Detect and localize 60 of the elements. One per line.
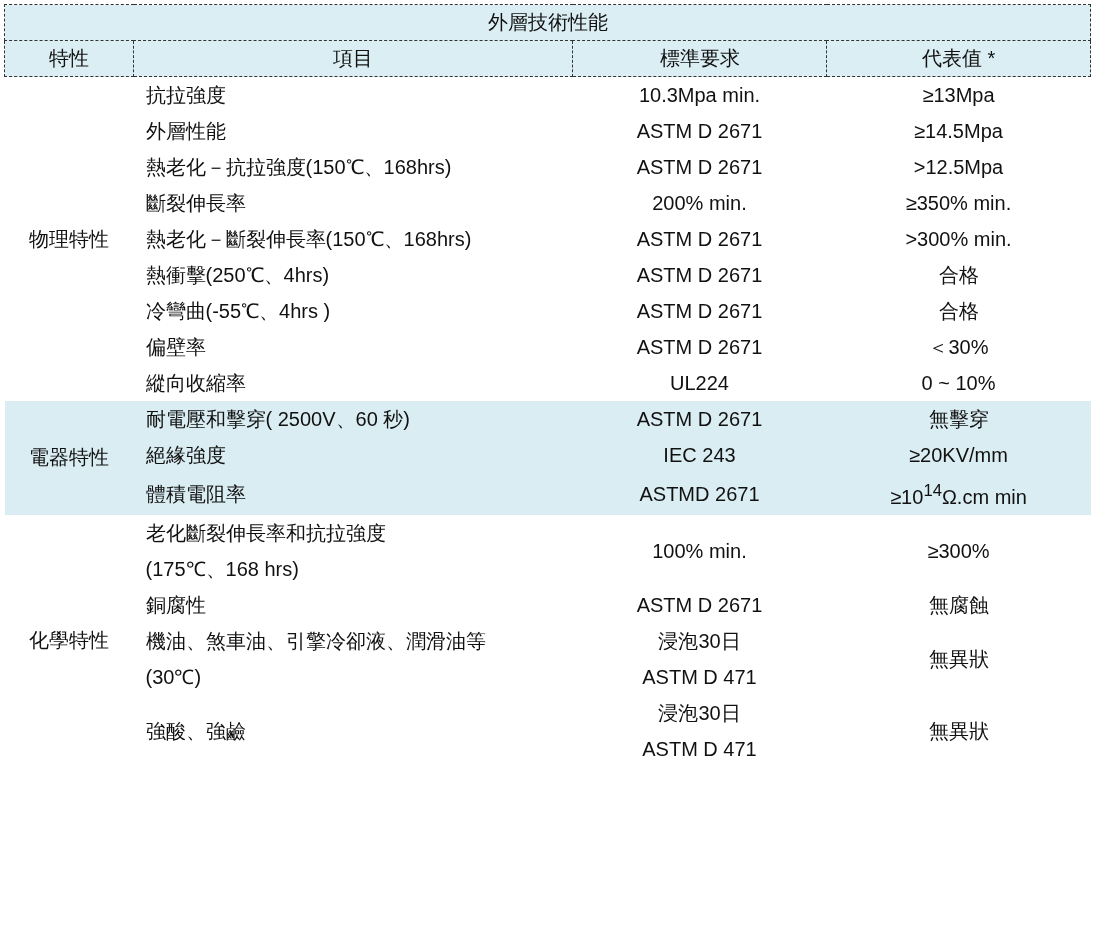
column-header: 特性	[4, 40, 134, 77]
standard-text: 10.3Mpa min.	[637, 83, 762, 108]
value-text: ＜30%	[928, 335, 989, 360]
standard-text: ASTM D 2671	[635, 335, 764, 360]
item-text: 耐電壓和擊穿( 2500V、60 秒)	[145, 407, 411, 432]
item-text: 偏壁率	[145, 335, 207, 360]
standard-text: 200% min.	[651, 191, 748, 216]
item-text: 強酸、強鹼	[145, 718, 247, 744]
item-text: 熱老化－斷裂伸長率(150℃、168hrs)	[145, 227, 473, 252]
standard-text: ASTM D 2671	[635, 119, 764, 144]
value-text: >300% min.	[905, 227, 1012, 252]
item-text: 斷裂伸長率	[145, 191, 247, 216]
item-text: 縱向收縮率	[145, 371, 247, 396]
value-text: ≥10$^{14}$Ω.cm min	[890, 480, 1027, 510]
standard-text: 浸泡30日	[657, 700, 742, 726]
standard-text: ASTM D 2671	[635, 407, 764, 432]
item-text: 老化斷裂伸長率和抗拉強度	[145, 520, 387, 546]
standard-text: 100% min.	[651, 538, 748, 564]
standard-text: UL224	[669, 371, 730, 396]
item-text: 熱衝擊(250℃、4hrs)	[145, 263, 331, 288]
value-text: 合格	[938, 263, 979, 288]
item-text: 銅腐性	[145, 592, 207, 618]
value-text: ≥14.5Mpa	[914, 119, 1003, 144]
standard-text: ASTM D 2671	[635, 263, 764, 288]
value-text: >12.5Mpa	[913, 155, 1004, 180]
value-text: 無腐蝕	[928, 592, 989, 618]
column-header: 代表值 *	[826, 40, 1091, 77]
value-text: ≥300%	[927, 538, 990, 564]
standard-text: ASTM D 2671	[635, 155, 764, 180]
value-text: 無異狀	[928, 718, 989, 744]
value-text: ≥13Mpa	[922, 83, 995, 108]
standard-text: ASTM D 471	[641, 736, 758, 762]
item-text: (175℃、168 hrs)	[145, 556, 300, 582]
standard-text: ASTM D 2671	[635, 592, 764, 618]
value-text: ≥350% min.	[905, 191, 1012, 216]
item-text: (30℃)	[145, 664, 203, 690]
standard-text: ASTM D 2671	[635, 299, 764, 324]
value-text: 無異狀	[928, 646, 989, 672]
standard-text: ASTM D 471	[641, 664, 758, 690]
item-text: 外層性能	[145, 119, 227, 144]
column-header: 標準要求	[572, 40, 827, 77]
value-text: ≥20KV/mm	[909, 443, 1008, 468]
table-title: 外層技術性能	[4, 4, 1091, 41]
standard-text: IEC 243	[662, 443, 737, 468]
standard-text: ASTM D 2671	[635, 227, 764, 252]
category-label: 物理特性	[29, 227, 109, 250]
item-text: 熱老化－抗拉強度(150℃、168hrs)	[145, 155, 453, 180]
item-text: 體積電阻率	[145, 481, 247, 507]
column-header: 項目	[133, 40, 573, 77]
item-text: 冷彎曲(-55℃、4hrs )	[145, 299, 332, 324]
category-label: 化學特性	[29, 629, 109, 652]
standard-text: 浸泡30日	[657, 628, 742, 654]
standard-text: ASTMD 2671	[638, 481, 761, 507]
item-text: 抗拉強度	[145, 83, 227, 108]
value-text: 無擊穿	[928, 407, 989, 432]
item-text: 機油、煞車油、引擎冷卻液、潤滑油等	[145, 628, 487, 654]
item-text: 絕緣強度	[145, 443, 227, 468]
category-label: 電器特性	[29, 446, 109, 469]
value-text: 合格	[938, 299, 979, 324]
value-text: 0 ~ 10%	[921, 371, 996, 396]
